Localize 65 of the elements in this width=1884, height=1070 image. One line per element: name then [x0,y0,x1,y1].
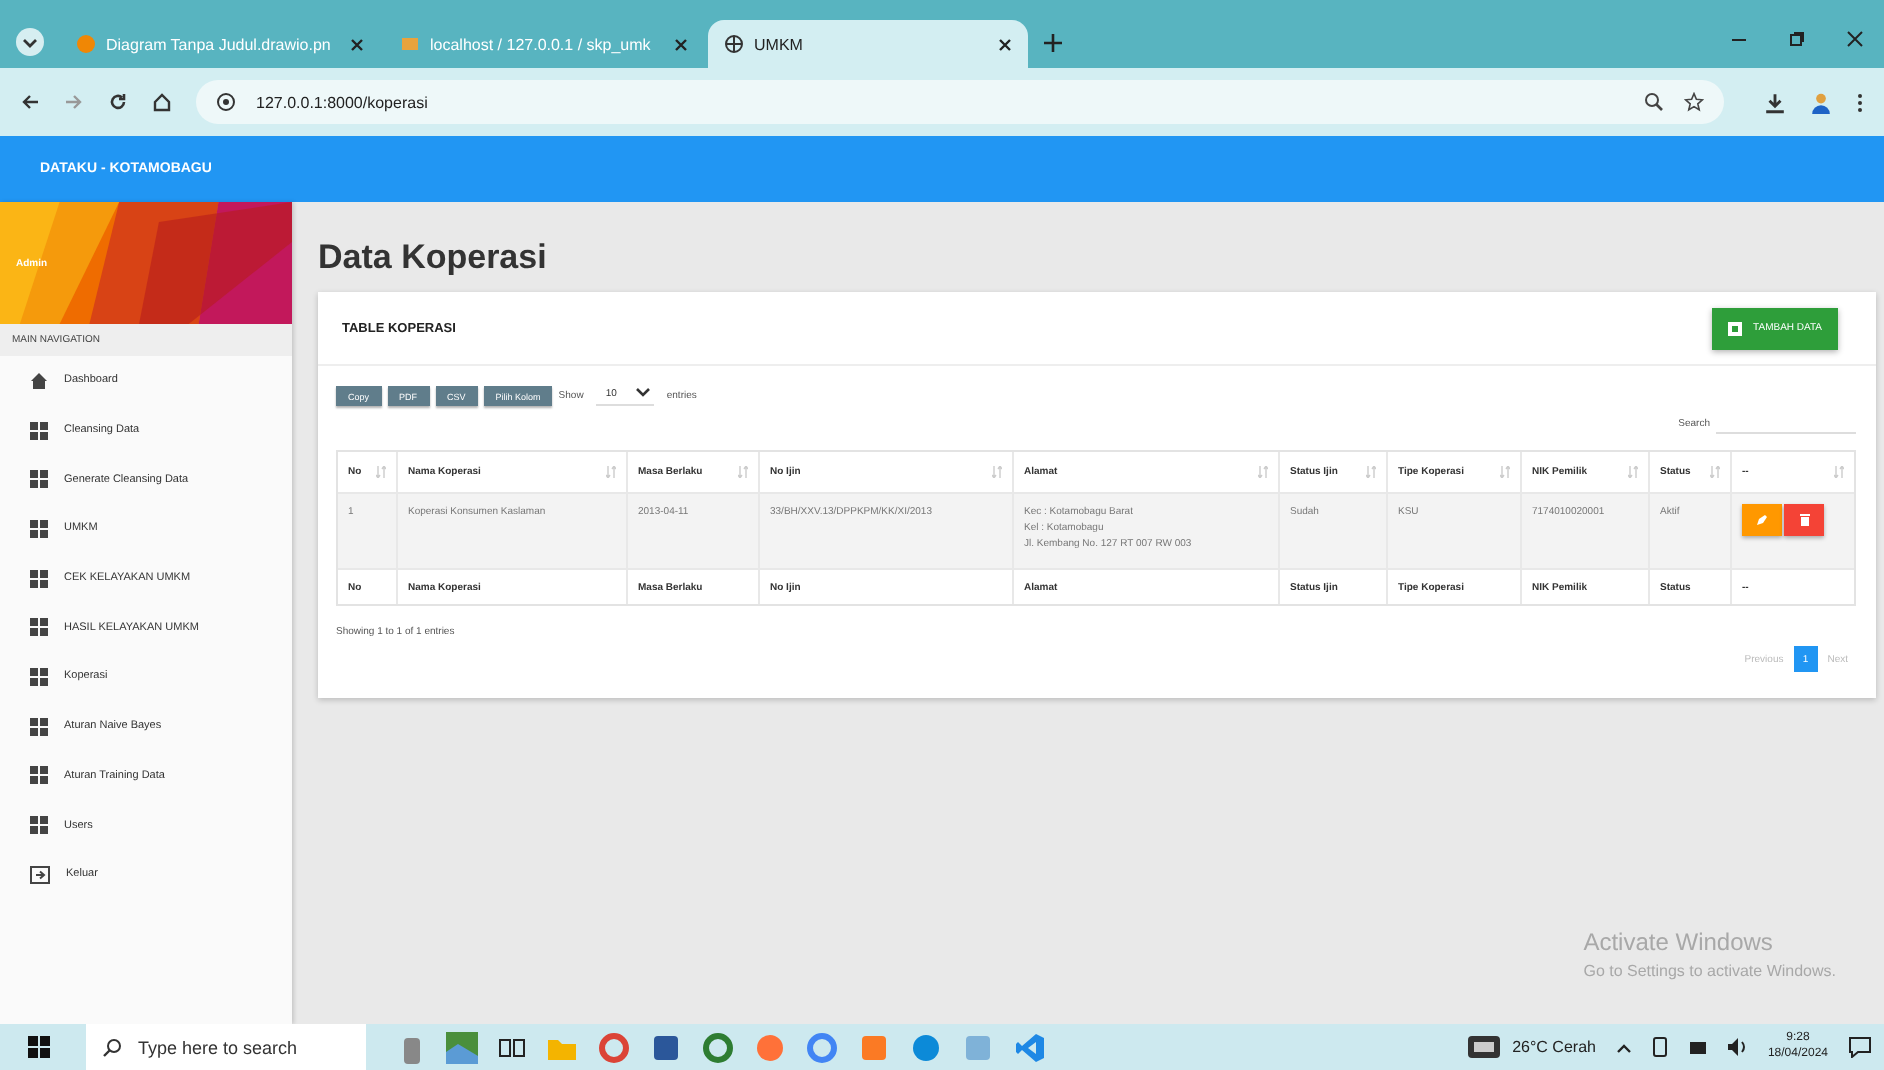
sort-icon [1258,466,1268,478]
restore-icon[interactable] [1788,30,1806,48]
delete-button[interactable] [1784,504,1824,536]
sort-icon [1366,466,1376,478]
add-icon [1727,321,1742,335]
exit-icon [30,865,50,884]
grid-icon [30,816,48,835]
download-icon[interactable] [1764,91,1786,113]
sort-icon [606,466,616,478]
caret-icon [22,34,38,50]
map-icon[interactable] [446,1031,478,1063]
browser-icon[interactable] [910,1031,942,1063]
start-icon[interactable] [28,1036,50,1058]
favicon-icon [724,34,744,54]
task-view-icon[interactable] [498,1033,526,1061]
caret-icon [636,388,651,398]
weather-text[interactable]: 26°C Cerah [1512,1038,1596,1056]
new-tab-icon[interactable] [1044,34,1062,52]
home-icon[interactable] [152,92,172,112]
sort-icon [376,466,386,478]
grid-icon [30,569,48,588]
back-icon[interactable] [20,92,40,112]
grid-icon [30,470,48,489]
sort-icon [1710,466,1720,478]
close-icon[interactable] [674,37,688,51]
profile-icon[interactable] [1810,91,1832,113]
pencil-icon [1756,514,1768,526]
grid-icon [30,421,48,440]
sort-icon [1628,466,1638,478]
bookmark-star-icon[interactable] [1684,92,1704,112]
close-icon[interactable] [350,37,364,51]
favicon-icon [76,34,96,54]
grid-icon [30,766,48,785]
site-info-icon[interactable] [216,92,236,112]
zoom-icon[interactable] [1644,92,1664,112]
activation-notice: Activate Windows [1583,928,1775,956]
more-icon[interactable] [1856,91,1864,113]
trash-icon [1799,514,1809,526]
sort-icon [992,466,1002,478]
speaker-icon[interactable] [1727,1038,1748,1056]
close-icon[interactable] [998,37,1012,51]
tab-list-button[interactable] [16,28,44,56]
code-editor-icon[interactable] [1014,1031,1046,1063]
device-icon[interactable] [1651,1036,1668,1058]
home-icon [30,371,48,390]
close-icon[interactable] [1846,30,1864,48]
grid-icon [30,717,48,736]
grid-icon [30,618,48,637]
search-icon [102,1037,122,1057]
sort-icon [738,466,748,478]
browser-tab[interactable]: UMKM [708,20,1028,68]
browser-icon[interactable] [806,1031,838,1063]
address-bar[interactable]: 127.0.0.1:8000/koperasi [196,80,1724,124]
sort-icon [1500,466,1510,478]
page-title: Data Koperasi [318,238,549,278]
chevron-up-icon[interactable] [1615,1041,1632,1053]
grid-icon [30,667,48,686]
activation-hint: Go to Settings to activate Windows. [1583,962,1836,980]
sort-icon [1834,466,1844,478]
taskbar-search-field[interactable]: Type here to search [86,1024,366,1070]
grid-icon [30,519,48,538]
favicon-icon [400,34,420,54]
browser-icon[interactable] [598,1031,630,1063]
reload-icon[interactable] [108,92,128,112]
notification-icon[interactable] [1848,1036,1872,1058]
